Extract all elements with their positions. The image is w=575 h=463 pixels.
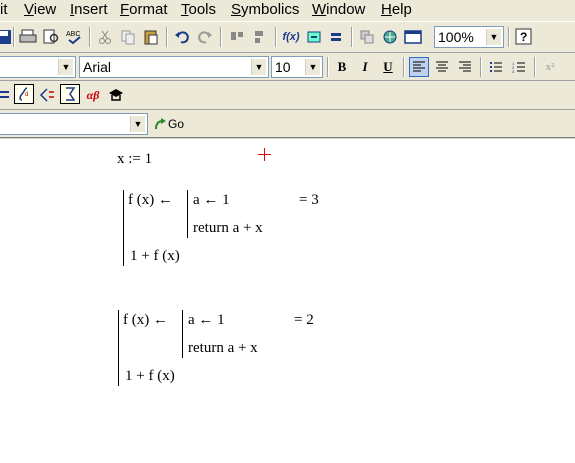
numbered-list-icon[interactable]: 123 (509, 57, 529, 77)
program-line[interactable]: f (x) ← (128, 192, 173, 209)
insert-function-button[interactable]: f(x) (281, 27, 301, 47)
calculate-icon[interactable] (326, 27, 346, 47)
formatting-toolbar: ▼ Arial ▼ 10 ▼ B I U 123 x² (0, 53, 575, 81)
standard-toolbar: ABC f(x) 100% ▼ ? (0, 21, 575, 53)
go-arrow-icon (155, 118, 166, 130)
program-line[interactable]: f (x) ← (123, 312, 168, 329)
font-select[interactable]: Arial ▼ (79, 56, 269, 78)
menu-edit[interactable]: it (0, 1, 8, 19)
chevron-down-icon: ▼ (58, 59, 73, 75)
superscript-button[interactable]: x² (540, 57, 560, 77)
bullet-list-icon[interactable] (486, 57, 506, 77)
program-bar (187, 190, 188, 238)
boolean-icon[interactable] (37, 85, 57, 105)
align-left-icon[interactable] (250, 27, 270, 47)
cut-icon[interactable] (95, 27, 115, 47)
greek-button[interactable]: αβ (83, 85, 103, 105)
resource-toolbar: ▼ Go (0, 110, 575, 138)
copy-icon[interactable] (118, 27, 138, 47)
insert-component-icon[interactable] (357, 27, 377, 47)
menu-insert[interactable]: Insert (70, 1, 108, 19)
svg-text:?: ? (520, 30, 527, 44)
spell-check-icon[interactable]: ABC (64, 27, 84, 47)
zoom-select[interactable]: 100% ▼ (434, 26, 504, 48)
program-line[interactable]: return a + x (188, 340, 258, 357)
symbolic-icon[interactable] (106, 85, 126, 105)
go-button[interactable]: Go (153, 112, 193, 136)
menu-help[interactable]: Help (381, 1, 412, 19)
program-line[interactable]: a ← 1 (193, 192, 230, 209)
align-center-button[interactable] (432, 57, 452, 77)
print-icon[interactable] (18, 27, 38, 47)
align-left-button[interactable] (409, 57, 429, 77)
crosshair-cursor-icon (258, 148, 271, 161)
font-size-select[interactable]: 10 ▼ (271, 56, 323, 78)
toolbar-separator (403, 57, 405, 77)
calculus-icon[interactable]: d (14, 84, 34, 104)
program-line[interactable]: 1 + f (x) (130, 248, 180, 265)
toolbar-separator (220, 27, 222, 47)
toolbar-separator (508, 27, 510, 47)
bold-button[interactable]: B (332, 57, 352, 77)
toolbar-separator (480, 57, 482, 77)
chevron-down-icon: ▼ (251, 59, 266, 75)
worksheet[interactable]: x := 1 f (x) ← a ← 1 return a + x = 3 1 … (0, 139, 575, 463)
program-line[interactable]: a ← 1 (188, 312, 225, 329)
evaluation-result: = 2 (294, 312, 314, 328)
align-right-button[interactable] (455, 57, 475, 77)
menu-bar: it View Insert Format Tools Symbolics Wi… (0, 0, 575, 21)
print-preview-icon[interactable] (41, 27, 61, 47)
toolbar-separator (351, 27, 353, 47)
redo-icon[interactable] (195, 27, 215, 47)
program-bar (123, 190, 124, 266)
program-bar (182, 310, 183, 358)
menu-symbolics[interactable]: Symbolics (231, 1, 299, 19)
underline-button[interactable]: U (378, 57, 398, 77)
style-select[interactable]: ▼ (0, 56, 76, 78)
help-icon[interactable]: ? (514, 27, 534, 47)
insert-unit-icon[interactable] (304, 27, 324, 47)
calculator-icon[interactable] (0, 85, 14, 105)
align-top-icon[interactable] (227, 27, 247, 47)
program-line[interactable]: 1 + f (x) (125, 368, 175, 385)
program-bar (118, 310, 119, 386)
variable-definition[interactable]: x := 1 (117, 151, 152, 168)
toolbar-separator (327, 57, 329, 77)
svg-text:3: 3 (512, 69, 515, 73)
svg-text:ABC: ABC (66, 31, 80, 38)
insert-region-icon[interactable] (403, 27, 423, 47)
menu-format[interactable]: Format (120, 1, 168, 19)
resource-center-icon[interactable] (380, 27, 400, 47)
undo-icon[interactable] (172, 27, 192, 47)
toolbar-separator (89, 27, 91, 47)
menu-tools[interactable]: Tools (181, 1, 216, 19)
save-icon[interactable] (0, 27, 14, 47)
chevron-down-icon: ▼ (305, 59, 320, 75)
chevron-down-icon: ▼ (130, 116, 145, 132)
math-toolbar: d αβ (0, 81, 575, 110)
menu-view[interactable]: View (24, 1, 56, 19)
toolbar-separator (275, 27, 277, 47)
menu-window[interactable]: Window (312, 1, 365, 19)
chevron-down-icon: ▼ (486, 29, 501, 45)
toolbar-separator (13, 27, 15, 47)
toolbar-separator (534, 57, 536, 77)
resource-address-select[interactable]: ▼ (0, 113, 148, 135)
svg-text:d: d (25, 92, 28, 98)
toolbar-separator (166, 27, 168, 47)
paste-icon[interactable] (141, 27, 161, 47)
programming-icon[interactable] (60, 84, 80, 104)
program-line[interactable]: return a + x (193, 220, 263, 237)
italic-button[interactable]: I (355, 57, 375, 77)
evaluation-result: = 3 (299, 192, 319, 208)
